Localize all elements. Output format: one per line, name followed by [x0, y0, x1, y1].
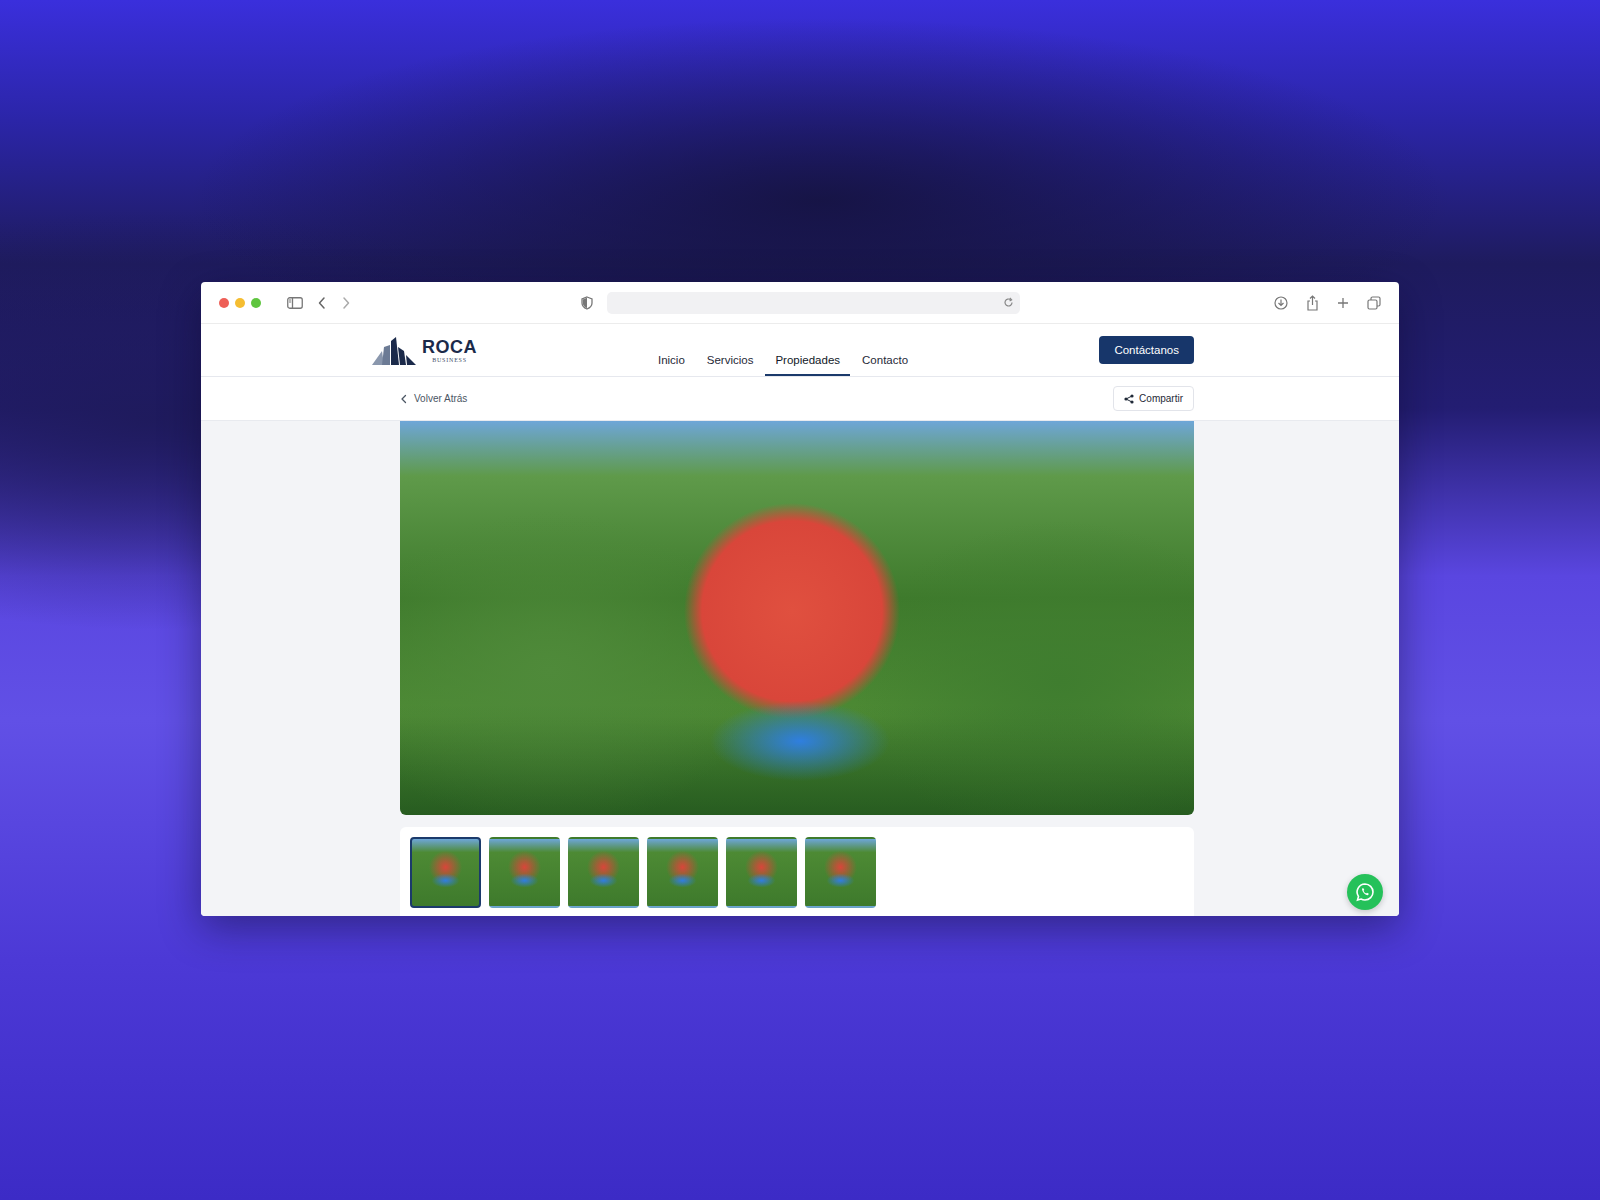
menu-item[interactable]: Servicios [697, 345, 764, 376]
traffic-lights [219, 298, 261, 308]
close-button[interactable] [219, 298, 229, 308]
minimize-button[interactable] [235, 298, 245, 308]
logo[interactable]: ROCABUSINESS [372, 335, 648, 365]
logo-name: ROCA [422, 338, 477, 356]
back-label: Volver Atrás [414, 393, 467, 404]
thumbnail[interactable] [805, 837, 876, 908]
menu-item[interactable]: Propiedades [765, 345, 850, 376]
site-header: ROCABUSINESSInicioServiciosPropiedadesCo… [201, 324, 1399, 377]
browser-toolbar [201, 282, 1399, 324]
whatsapp-button[interactable] [1347, 874, 1383, 910]
tabs-overview-icon[interactable] [1367, 296, 1381, 310]
shield-icon[interactable] [581, 296, 593, 310]
share-icon[interactable] [1306, 295, 1319, 311]
property-content [201, 421, 1399, 916]
toolbar-right [1020, 295, 1382, 311]
back-link[interactable]: Volver Atrás [400, 393, 467, 404]
thumbnail[interactable] [647, 837, 718, 908]
address-bar[interactable] [607, 292, 1020, 314]
forward-arrow-icon[interactable] [341, 296, 351, 310]
thumbnail[interactable] [489, 837, 560, 908]
share-label: Compartir [1139, 393, 1183, 404]
thumbnail[interactable] [568, 837, 639, 908]
thumbnail[interactable] [410, 837, 481, 908]
menu-item[interactable]: Inicio [648, 345, 695, 376]
share-nodes-icon [1124, 394, 1134, 404]
back-arrow-icon[interactable] [317, 296, 327, 310]
menu-item[interactable]: Contacto [852, 345, 918, 376]
browser-window: ROCABUSINESSInicioServiciosPropiedadesCo… [201, 282, 1399, 916]
logo-tagline: BUSINESS [432, 357, 467, 363]
main-menu: InicioServiciosPropiedadesContacto [648, 324, 918, 376]
share-button[interactable]: Compartir [1113, 386, 1194, 411]
sidebar-icon[interactable] [287, 297, 303, 309]
contact-button[interactable]: Contáctanos [1099, 336, 1194, 364]
logo-text: ROCABUSINESS [422, 338, 477, 363]
toolbar-left [219, 296, 581, 310]
download-icon[interactable] [1274, 296, 1288, 310]
whatsapp-icon [1355, 882, 1375, 902]
new-tab-icon[interactable] [1337, 297, 1349, 309]
reload-icon[interactable] [1003, 297, 1014, 308]
chevron-left-icon [400, 394, 408, 404]
page-toolbar: Volver Atrás Compartir [201, 377, 1399, 421]
property-photo[interactable] [400, 421, 1194, 815]
thumbnail-strip [400, 827, 1194, 916]
address-area [581, 292, 1020, 314]
logo-buildings-icon[interactable] [372, 335, 418, 365]
header-actions: Contáctanos [918, 336, 1194, 364]
zoom-button[interactable] [251, 298, 261, 308]
thumbnail[interactable] [726, 837, 797, 908]
